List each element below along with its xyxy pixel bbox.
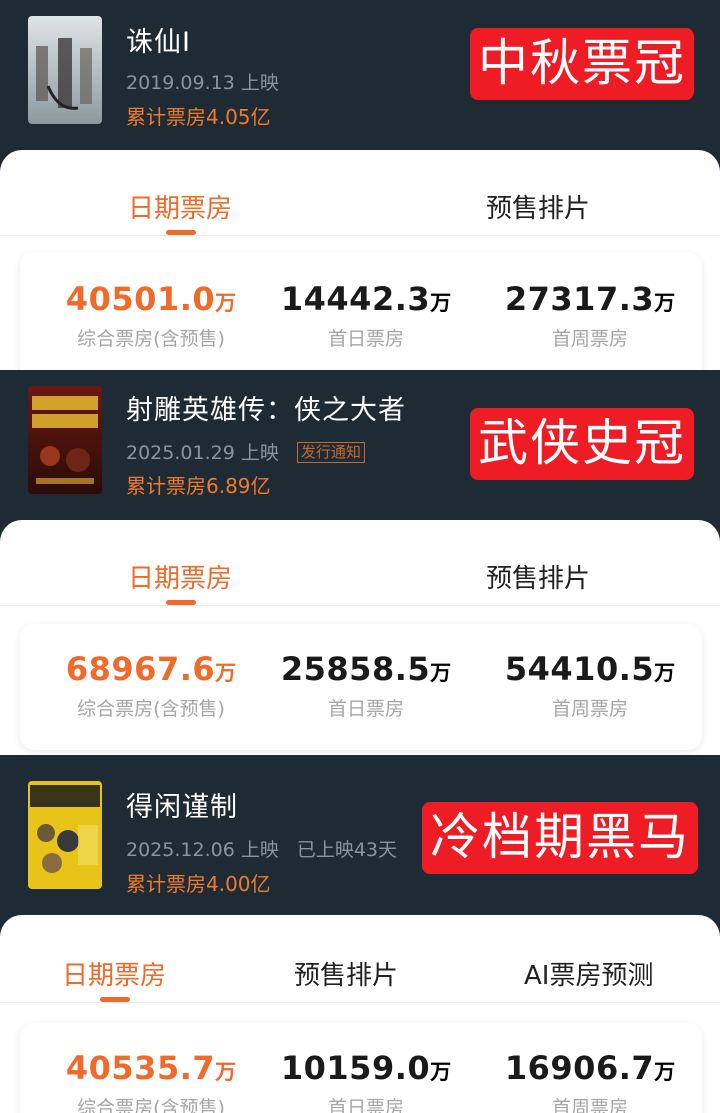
stat-value: 27317.3 [504,280,655,318]
tab-divider [0,605,720,606]
stat-label: 综合票房(含预售) [77,328,225,350]
box-office-card: 日期票房 预售排片 68967.6万 综合票房(含预售) 25858.5万 首日… [0,520,720,755]
movie-section-1: 诛仙Ⅰ 2019.09.13 上映 累计票房4.05亿 中秋票冠 日期票房 预售… [0,0,720,370]
stat-first-week: 54410.5万 首周票房 [500,650,680,721]
promo-tag: 武侠史冠 [470,408,694,480]
tab-divider [0,235,720,236]
tab-date-box-office[interactable]: 日期票房 [128,558,232,595]
movie-section-2: 射雕英雄传：侠之大者 2025.01.29 上映 发行通知 累计票房6.89亿 武… [0,370,720,755]
release-date-text: 2025.01.29 上映 [126,442,279,464]
stats-panel: 40501.0万 综合票房(含预售) 14442.3万 首日票房 27317.3… [20,252,702,370]
stat-value: 16906.7 [504,1049,655,1087]
cumulative-box-office: 累计票房6.89亿 [126,474,271,498]
release-date: 2019.09.13 上映 [126,72,279,94]
movie-title: 射雕英雄传：侠之大者 [126,395,406,426]
stat-label: 首周票房 [551,328,628,350]
stat-label: 首日票房 [327,698,404,720]
stats-panel: 40535.7万 综合票房(含预售) 10159.0万 首日票房 16906.7… [20,1023,702,1113]
stat-unit: 万 [430,291,452,315]
movie-title: 诛仙Ⅰ [126,27,191,58]
tab-date-box-office[interactable]: 日期票房 [62,955,166,992]
stat-value: 40535.7 [65,1049,216,1087]
release-date-text: 2025.12.06 上映 [126,839,279,861]
tab-presale-schedule[interactable]: 预售排片 [294,955,398,992]
movie-title: 得闲谨制 [126,792,238,823]
days-since-release: 已上映43天 [296,839,398,861]
stat-value: 68967.6 [65,650,216,688]
stat-first-week: 27317.3万 首周票房 [500,280,680,351]
movie-poster[interactable] [28,386,102,494]
stat-unit: 万 [215,291,237,315]
box-office-card: 日期票房 预售排片 AI票房预测 40535.7万 综合票房(含预售) 1015… [0,915,720,1113]
tab-presale-schedule[interactable]: 预售排片 [486,188,590,225]
stat-unit: 万 [215,661,237,685]
stat-label: 首周票房 [551,698,628,720]
stat-value: 40501.0 [65,280,216,318]
stats-panel: 68967.6万 综合票房(含预售) 25858.5万 首日票房 54410.5… [20,624,702,750]
movie-section-3: 得闲谨制 2025.12.06 上映 已上映43天 累计票房4.00亿 冷档期黑马… [0,755,720,1113]
stat-value: 10159.0 [280,1049,431,1087]
promo-tag: 冷档期黑马 [422,802,698,874]
stat-unit: 万 [654,1060,676,1084]
stat-unit: 万 [215,1060,237,1084]
stat-first-day: 14442.3万 首日票房 [276,280,456,351]
promo-tag: 中秋票冠 [470,28,694,100]
movie-poster[interactable] [28,16,102,124]
cumulative-box-office: 累计票房4.05亿 [126,105,271,129]
stat-label: 首日票房 [327,328,404,350]
release-date: 2025.01.29 上映 发行通知 [126,438,365,465]
tab-divider [0,1002,720,1003]
stat-total: 40501.0万 综合票房(含预售) [56,280,246,351]
stat-first-week: 16906.7万 首周票房 [500,1049,680,1113]
stat-unit: 万 [654,661,676,685]
release-date: 2025.12.06 上映 已上映43天 [126,835,397,862]
stat-label: 综合票房(含预售) [77,1097,225,1113]
stat-label: 首周票房 [551,1097,628,1113]
stat-total: 40535.7万 综合票房(含预售) [56,1049,246,1113]
stat-first-day: 10159.0万 首日票房 [276,1049,456,1113]
stat-unit: 万 [430,1060,452,1084]
stat-value: 14442.3 [280,280,431,318]
stat-value: 54410.5 [504,650,655,688]
tab-ai-forecast[interactable]: AI票房预测 [524,955,653,992]
tab-presale-schedule[interactable]: 预售排片 [486,558,590,595]
stat-value: 25858.5 [280,650,431,688]
tab-date-box-office[interactable]: 日期票房 [128,188,232,225]
stat-total: 68967.6万 综合票房(含预售) [56,650,246,721]
cumulative-box-office: 累计票房4.00亿 [126,872,271,896]
stat-label: 首日票房 [327,1097,404,1113]
stat-first-day: 25858.5万 首日票房 [276,650,456,721]
stat-unit: 万 [654,291,676,315]
box-office-card: 日期票房 预售排片 40501.0万 综合票房(含预售) 14442.3万 首日… [0,150,720,370]
distribution-notice-badge[interactable]: 发行通知 [296,442,365,463]
stat-unit: 万 [430,661,452,685]
stat-label: 综合票房(含预售) [77,698,225,720]
movie-poster[interactable] [28,781,102,889]
